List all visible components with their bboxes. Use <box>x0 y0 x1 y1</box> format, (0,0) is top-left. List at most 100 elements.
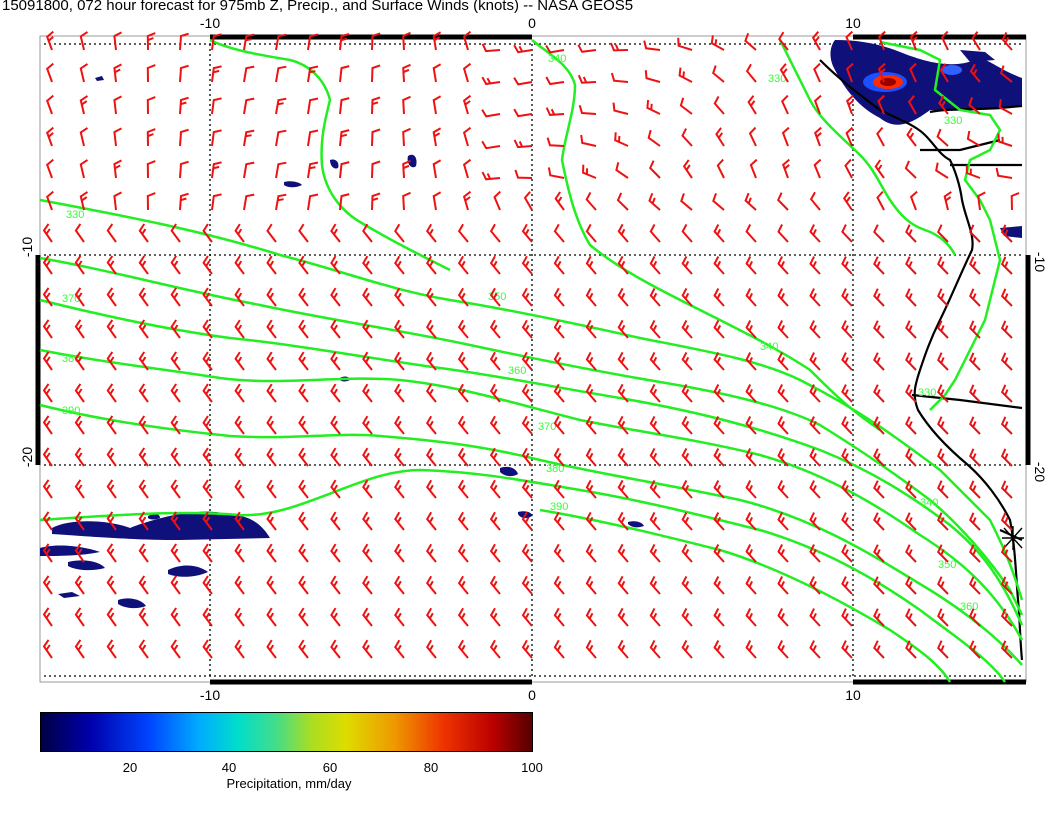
wind-barb <box>394 223 405 243</box>
wind-barb <box>402 127 411 147</box>
wind-barb <box>211 161 222 179</box>
wind-barb <box>432 95 442 115</box>
wind-barb <box>813 158 822 179</box>
wind-barb <box>649 639 661 659</box>
wind-barb <box>841 288 853 307</box>
wind-barb <box>681 128 693 147</box>
wind-barb <box>170 383 181 403</box>
wind-barb <box>649 511 661 531</box>
wind-barb <box>681 639 693 659</box>
x-tick-top: 10 <box>845 15 861 31</box>
colorbar-tick: 20 <box>122 760 138 775</box>
wind-barb <box>873 288 885 307</box>
wind-barb <box>266 255 277 275</box>
wind-barb <box>307 97 319 115</box>
wind-barb <box>969 640 981 659</box>
colorbar-tick: 100 <box>521 760 543 775</box>
wind-barb <box>371 192 381 211</box>
wind-barb <box>937 576 949 595</box>
wind-barb <box>457 255 469 275</box>
wind-barb <box>425 447 437 467</box>
wind-barb <box>74 255 85 275</box>
wind-barb <box>493 190 501 211</box>
wind-barb <box>298 415 309 435</box>
wind-barb <box>873 512 885 531</box>
wind-barb <box>394 607 405 627</box>
wind-barb <box>1000 288 1013 307</box>
wind-barb <box>710 35 725 51</box>
wind-barb <box>777 576 789 595</box>
wind-barb <box>713 544 725 563</box>
wind-barb <box>275 129 287 147</box>
wind-barb <box>170 415 181 435</box>
wind-barb <box>202 383 213 403</box>
wind-barb <box>513 77 533 86</box>
wind-barb <box>1010 192 1020 211</box>
wind-barb <box>234 415 245 435</box>
wind-barb <box>905 256 917 275</box>
wind-barb <box>682 159 693 179</box>
precip-colorbar <box>40 712 533 752</box>
wind-barb <box>577 44 597 53</box>
wind-barb <box>585 287 597 307</box>
wind-barb <box>681 255 693 275</box>
wind-barb <box>846 94 854 115</box>
wind-barb <box>42 479 53 499</box>
wind-barb <box>489 319 501 339</box>
wind-barb <box>362 351 373 371</box>
wind-barb <box>809 288 821 307</box>
wind-barb <box>234 351 245 371</box>
wind-barb <box>425 479 437 499</box>
wind-barb <box>79 95 89 115</box>
wind-barb <box>266 415 277 435</box>
wind-barb <box>243 65 255 83</box>
wind-barb <box>425 223 437 243</box>
wind-barb <box>339 97 350 115</box>
wind-barb <box>1000 256 1013 275</box>
wind-barb <box>873 256 885 275</box>
wind-barb <box>275 161 287 179</box>
wind-barb <box>425 383 437 403</box>
wind-barb <box>462 94 472 115</box>
contour-label: 360 <box>960 601 978 613</box>
contour-label: 380 <box>546 463 564 475</box>
wind-barb <box>394 255 405 275</box>
wind-barb <box>170 639 181 659</box>
wind-barb <box>425 415 437 435</box>
wind-barb <box>211 193 222 211</box>
wind-barb <box>841 352 853 371</box>
wind-barb <box>46 30 54 51</box>
wind-barb <box>74 479 85 499</box>
wind-barb <box>553 575 565 595</box>
wind-barb <box>234 383 245 403</box>
wind-barb <box>234 319 245 339</box>
wind-barb <box>585 223 597 243</box>
wind-barb <box>585 543 597 563</box>
wind-barb <box>966 130 981 147</box>
wind-barb <box>330 223 341 243</box>
wind-barb <box>969 480 981 499</box>
wind-barb <box>937 288 949 307</box>
wind-barb <box>617 607 629 627</box>
wind-barb <box>553 223 565 243</box>
wind-barb <box>777 192 789 211</box>
wind-barb <box>202 255 213 275</box>
wind-barb <box>243 161 255 179</box>
wind-barb <box>457 223 469 243</box>
wind-barb <box>489 351 501 371</box>
wind-barb <box>42 607 53 627</box>
wind-barb <box>809 256 821 275</box>
wind-barb <box>457 383 469 403</box>
wind-barb <box>841 544 853 563</box>
wind-barb <box>266 351 277 371</box>
wind-barb <box>330 575 341 595</box>
wind-barb <box>649 351 661 371</box>
wind-barb <box>425 639 437 659</box>
wind-barb <box>777 320 789 339</box>
wind-barb <box>42 575 53 595</box>
wind-barb <box>179 160 189 179</box>
wind-barb <box>362 607 373 627</box>
wind-barb <box>113 127 122 147</box>
wind-barb <box>298 479 309 499</box>
wind-barb <box>649 160 661 179</box>
